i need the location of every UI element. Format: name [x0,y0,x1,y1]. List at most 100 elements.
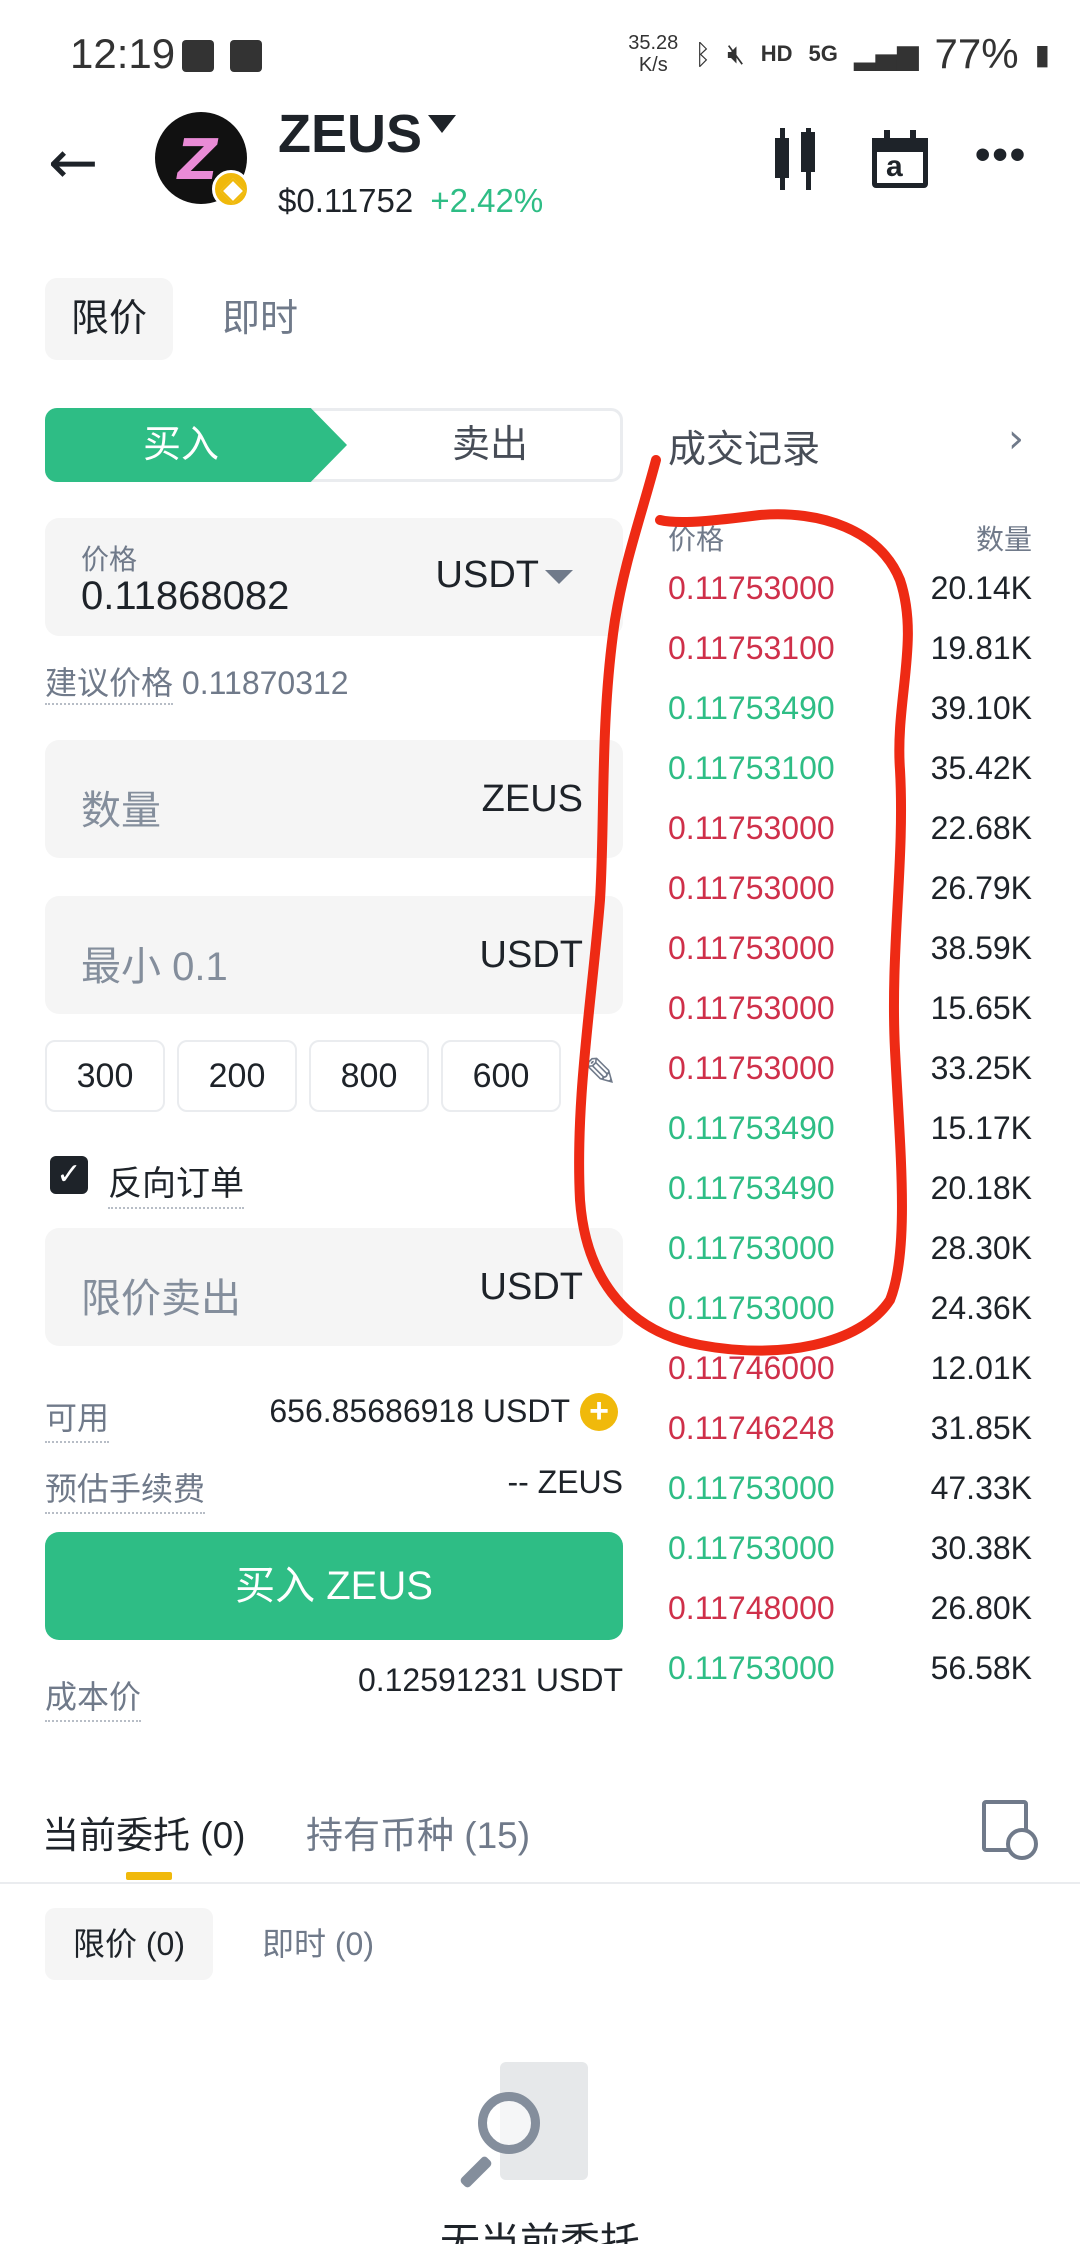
trade-price: 0.11753490 [668,689,835,726]
trade-row: 0.11753000 28.30K [668,1218,1032,1278]
trade-records-title[interactable]: 成交记录 [668,418,820,473]
price-unit-select[interactable]: USDT [436,554,539,597]
fee-label: 预估手续费 [45,1464,206,1514]
tab-open-orders[interactable]: 当前委托 (0) [42,1805,246,1859]
trade-row: 0.11753000 47.33K [668,1458,1032,1518]
trade-qty: 47.33K [930,1469,1032,1506]
amount-chip[interactable]: 800 [309,1040,429,1112]
add-funds-icon[interactable]: + [580,1393,618,1431]
quantity-placeholder: 数量 [81,789,161,833]
suggested-price-value[interactable]: 0.11870312 [182,665,349,701]
trade-qty: 28.30K [930,1229,1032,1266]
trade-row: 0.11753000 33.25K [668,1038,1032,1098]
signal-icon: ▂▄▆ [853,37,919,71]
edit-pencil-icon[interactable]: ✎ [584,1050,618,1096]
current-price: $0.11752 [278,182,414,219]
buy-zeus-button[interactable]: 买入 ZEUS [45,1532,623,1640]
trade-row: 0.11753000 22.68K [668,798,1032,858]
trade-qty: 31.85K [930,1409,1032,1446]
gallery-notification-icon [182,40,214,72]
symbol-name[interactable]: ZEUS [278,103,422,165]
subtab-limit[interactable]: 限价 (0) [45,1908,213,1980]
amount-chip[interactable]: 600 [441,1040,561,1112]
amount-chips: 300 200 800 600 [45,1040,561,1112]
trade-qty: 56.58K [930,1649,1032,1686]
total-input[interactable]: 最小 0.1 USDT [45,896,623,1014]
reverse-order-label[interactable]: 反向订单 [108,1156,244,1209]
empty-state-text: 无当前委托 [440,2221,640,2244]
trade-price: 0.11746248 [668,1409,835,1446]
col-header-price: 价格 [668,524,725,555]
trade-row: 0.11753490 39.10K [668,678,1032,738]
trade-price: 0.11753100 [668,629,835,666]
chevron-down-icon[interactable] [545,570,573,584]
amount-chip[interactable]: 200 [177,1040,297,1112]
trade-row: 0.11753000 20.14K [668,558,1032,618]
tab-limit-order[interactable]: 限价 [45,278,173,360]
network-type-icon: 5G [808,41,838,66]
trade-row: 0.11753100 35.42K [668,738,1032,798]
total-placeholder: 最小 0.1 [81,945,228,989]
trade-qty: 35.42K [930,749,1032,786]
trade-price: 0.11753000 [668,989,835,1026]
reverse-order-checkbox[interactable]: ✓ [50,1156,88,1194]
price-change: +2.42% [430,182,544,219]
hd-icon: HD [760,41,793,66]
more-icon[interactable]: ••• [975,130,1027,180]
trade-row: 0.11753000 26.79K [668,858,1032,918]
trade-qty: 12.01K [930,1349,1032,1386]
battery-level: 77% [934,30,1019,77]
trade-qty: 24.36K [930,1289,1032,1326]
trade-price: 0.11753000 [668,869,835,906]
suggested-price-label: 建议价格 [45,665,174,705]
tab-market-order[interactable]: 即时 [222,278,298,360]
net-speed: 35.28 K/s [628,32,679,76]
amount-chip[interactable]: 300 [45,1040,165,1112]
trade-qty: 20.18K [930,1169,1032,1206]
order-history-icon[interactable] [982,1800,1038,1860]
trade-row: 0.11746248 31.85K [668,1398,1032,1458]
trade-price: 0.11753000 [668,929,835,966]
price-label: 价格 [81,544,138,575]
trade-qty: 15.65K [930,989,1032,1026]
limit-sell-input[interactable]: 限价卖出 USDT [45,1228,623,1346]
subtab-market[interactable]: 即时 (0) [262,1908,374,1980]
quantity-input[interactable]: 数量 ZEUS [45,740,623,858]
trade-qty: 39.10K [930,689,1032,726]
buy-tab[interactable]: 买入 [45,408,347,482]
candlestick-chart-icon[interactable] [763,128,829,194]
calendar-icon[interactable]: a [868,128,934,194]
trade-price: 0.11753000 [668,1469,835,1506]
trade-qty: 20.14K [930,569,1032,606]
chain-badge-icon [212,170,250,208]
trade-qty: 30.38K [930,1529,1032,1566]
trade-price: 0.11753490 [668,1169,835,1206]
trade-qty: 19.81K [930,629,1032,666]
trade-row: 0.11753000 38.59K [668,918,1032,978]
trade-row: 0.11753000 15.65K [668,978,1032,1038]
trade-row: 0.11753100 19.81K [668,618,1032,678]
symbol-dropdown-icon[interactable] [428,115,456,133]
available-value: 656.85686918 USDT [269,1393,570,1429]
status-right: 35.28 K/s ᛒ 🔇︎ HD 5G ▂▄▆ 77% ▮ [628,30,1050,78]
price-value[interactable]: 0.11868082 [81,574,289,619]
price-input[interactable]: 价格 0.11868082 USDT [45,518,623,636]
trade-price: 0.11753000 [668,1289,835,1326]
back-arrow-icon[interactable]: ← [48,128,98,198]
trade-price: 0.11746000 [668,1349,835,1386]
trade-qty: 33.25K [930,1049,1032,1086]
trade-price: 0.11753000 [668,1529,835,1566]
total-unit: USDT [479,934,583,976]
trade-qty: 26.80K [930,1589,1032,1626]
tab-holdings[interactable]: 持有币种 (15) [306,1805,530,1859]
limit-sell-unit: USDT [479,1266,583,1308]
sell-tab[interactable]: 卖出 [360,408,620,482]
trade-row: 0.11746000 12.01K [668,1338,1032,1398]
trade-records-list: 0.11753000 20.14K 0.11753100 19.81K 0.117534… [668,558,1032,1698]
trade-price: 0.11753000 [668,1229,835,1266]
trade-row: 0.11753000 24.36K [668,1278,1032,1338]
status-time: 12:19 [70,30,176,77]
suggested-price: 建议价格 0.11870312 [45,658,349,705]
empty-search-icon [459,2062,594,2212]
chevron-right-icon[interactable]: › [1008,416,1024,462]
